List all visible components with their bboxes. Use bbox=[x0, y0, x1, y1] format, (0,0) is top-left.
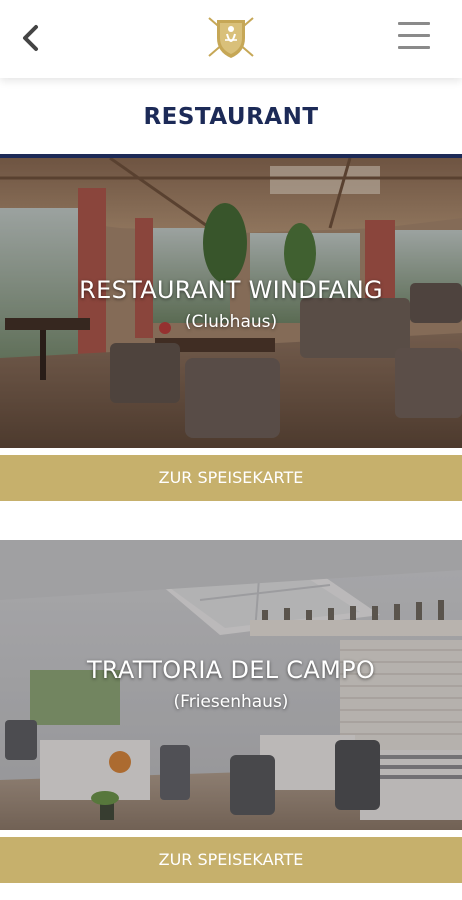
restaurant-name: TRATTORIA DEL CAMPO bbox=[86, 656, 376, 684]
image-overlay bbox=[0, 540, 462, 830]
menu-button[interactable] bbox=[394, 16, 434, 56]
restaurant-card-trattoria[interactable]: TRATTORIA DEL CAMPO (Friesenhaus) bbox=[0, 540, 462, 830]
menu-button-windfang[interactable]: ZUR SPEISEKARTE bbox=[0, 455, 462, 501]
chevron-left-icon bbox=[23, 25, 38, 51]
crest-logo bbox=[203, 14, 259, 62]
app-header bbox=[0, 0, 462, 78]
page-title: RESTAURANT bbox=[143, 104, 319, 130]
menu-button-trattoria[interactable]: ZUR SPEISEKARTE bbox=[0, 837, 462, 883]
restaurant-card-windfang[interactable]: RESTAURANT WINDFANG (Clubhaus) bbox=[0, 158, 462, 448]
back-button[interactable] bbox=[14, 18, 50, 58]
restaurant-location: (Friesenhaus) bbox=[173, 692, 289, 712]
golf-crest-icon bbox=[208, 17, 254, 58]
hamburger-menu-icon bbox=[398, 22, 430, 49]
restaurant-name: RESTAURANT WINDFANG bbox=[79, 276, 383, 304]
restaurant-location: (Clubhaus) bbox=[184, 312, 278, 332]
